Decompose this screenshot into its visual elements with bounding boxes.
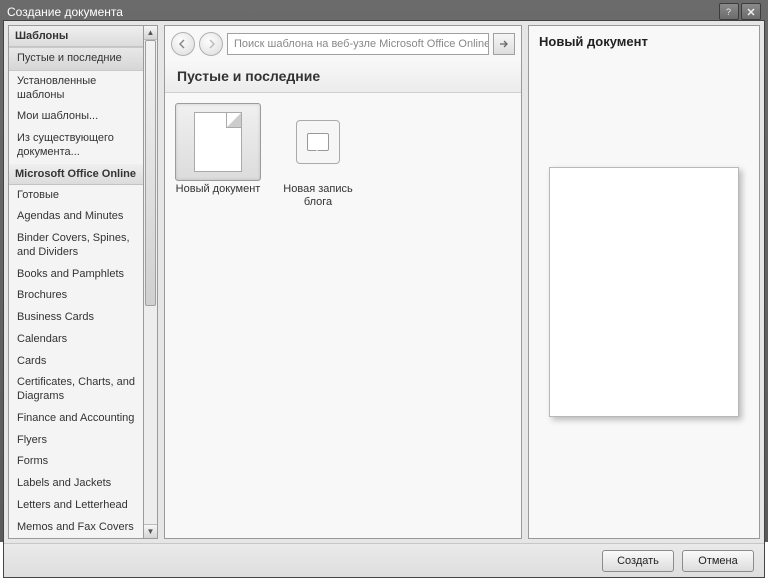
svg-text:?: ? xyxy=(726,7,731,17)
sidebar-item-books[interactable]: Books and Pamphlets xyxy=(9,264,143,286)
main-area: Шаблоны Пустые и последние Установленные… xyxy=(4,21,764,543)
sidebar-item-labels[interactable]: Labels and Jackets xyxy=(9,473,143,495)
sidebar-item-memos[interactable]: Memos and Fax Covers xyxy=(9,517,143,539)
category-sidebar: Шаблоны Пустые и последние Установленные… xyxy=(8,25,144,539)
section-title: Пустые и последние xyxy=(165,62,521,93)
new-document-dialog: Создание документа ? Шаблоны Пустые и по… xyxy=(0,0,768,542)
search-input[interactable]: Поиск шаблона на веб-узле Microsoft Offi… xyxy=(227,33,489,55)
close-button[interactable] xyxy=(741,3,761,20)
sidebar-scrollbar[interactable]: ▲ ▼ xyxy=(144,25,158,539)
template-thumb xyxy=(275,103,361,181)
preview-title: Новый документ xyxy=(529,26,759,55)
sidebar-item-flyers[interactable]: Flyers xyxy=(9,430,143,452)
sidebar-header-office-online: Microsoft Office Online xyxy=(9,164,143,185)
sidebar-item-finance[interactable]: Finance and Accounting xyxy=(9,408,143,430)
arrow-left-icon xyxy=(177,38,189,50)
sidebar-item-calendars[interactable]: Calendars xyxy=(9,329,143,351)
arrow-right-icon xyxy=(205,38,217,50)
template-new-blog-post[interactable]: Новая запись блога xyxy=(275,103,361,209)
blog-icon xyxy=(296,120,340,164)
create-button[interactable]: Создать xyxy=(602,550,674,572)
sidebar-item-certificates[interactable]: Certificates, Charts, and Diagrams xyxy=(9,372,143,408)
scroll-down-button[interactable]: ▼ xyxy=(144,524,157,538)
sidebar-item-agendas[interactable]: Agendas and Minutes xyxy=(9,206,143,228)
scroll-thumb[interactable] xyxy=(145,40,156,306)
template-grid: Новый документ Новая запись блога xyxy=(165,93,521,538)
sidebar-item-cards[interactable]: Cards xyxy=(9,351,143,373)
preview-panel: Новый документ xyxy=(528,25,760,539)
template-thumb xyxy=(175,103,261,181)
close-icon xyxy=(746,7,756,17)
sidebar-item-binder-covers[interactable]: Binder Covers, Spines, and Dividers xyxy=(9,228,143,264)
search-go-button[interactable] xyxy=(493,33,515,55)
template-panel: Поиск шаблона на веб-узле Microsoft Offi… xyxy=(164,25,522,539)
nav-forward-button[interactable] xyxy=(199,32,223,56)
window-title: Создание документа xyxy=(7,5,717,19)
sidebar-item-featured[interactable]: Готовые xyxy=(9,185,143,207)
help-icon: ? xyxy=(724,7,734,17)
arrow-go-icon xyxy=(498,38,510,50)
document-icon xyxy=(194,112,242,172)
preview-body xyxy=(529,55,759,538)
sidebar-item-from-existing[interactable]: Из существующего документа... xyxy=(9,128,143,164)
button-bar: Создать Отмена xyxy=(4,543,764,577)
sidebar-container: Шаблоны Пустые и последние Установленные… xyxy=(8,25,158,539)
help-button[interactable]: ? xyxy=(719,3,739,20)
search-placeholder: Поиск шаблона на веб-узле Microsoft Offi… xyxy=(234,38,489,50)
template-new-document[interactable]: Новый документ xyxy=(175,103,261,196)
scroll-up-button[interactable]: ▲ xyxy=(144,26,157,40)
dialog-content: Шаблоны Пустые и последние Установленные… xyxy=(3,20,765,578)
sidebar-item-installed-templates[interactable]: Установленные шаблоны xyxy=(9,71,143,107)
sidebar-item-my-templates[interactable]: Мои шаблоны... xyxy=(9,106,143,128)
sidebar-header-templates: Шаблоны xyxy=(9,26,143,47)
sidebar-item-blank-recent[interactable]: Пустые и последние xyxy=(9,47,143,71)
sidebar-item-business-cards[interactable]: Business Cards xyxy=(9,307,143,329)
nav-back-button[interactable] xyxy=(171,32,195,56)
titlebar: Создание документа ? xyxy=(3,3,765,20)
scroll-track[interactable] xyxy=(144,40,157,524)
sidebar-item-forms[interactable]: Forms xyxy=(9,451,143,473)
preview-page xyxy=(549,167,739,417)
toolbar: Поиск шаблона на веб-узле Microsoft Offi… xyxy=(165,26,521,62)
template-label: Новая запись блога xyxy=(275,183,361,209)
sidebar-item-letters[interactable]: Letters and Letterhead xyxy=(9,495,143,517)
cancel-button[interactable]: Отмена xyxy=(682,550,754,572)
sidebar-item-brochures[interactable]: Brochures xyxy=(9,285,143,307)
template-label: Новый документ xyxy=(175,183,261,196)
